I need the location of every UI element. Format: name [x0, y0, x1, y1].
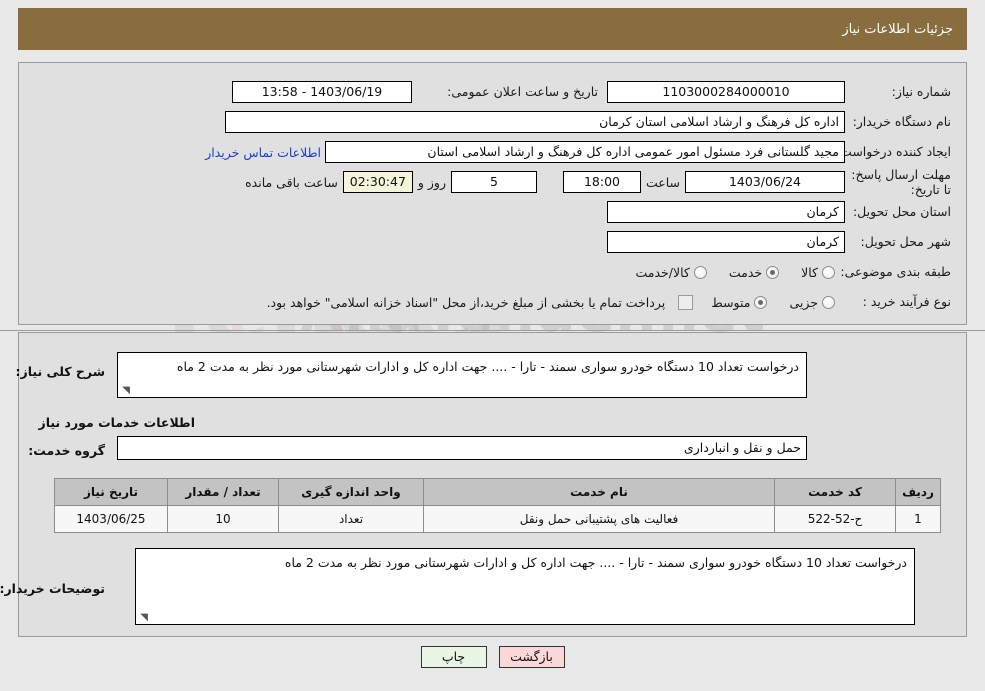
subject-category-options: کالا خدمت کالا/خدمت: [623, 265, 845, 280]
resize-grip-icon-notes[interactable]: ◥: [138, 613, 148, 623]
general-description-value[interactable]: درخواست تعداد 10 دستگاه خودرو سواری سمند…: [117, 352, 807, 398]
radio-khedmat[interactable]: [766, 265, 780, 279]
treasury-bond-checkbox[interactable]: [678, 294, 694, 310]
delivery-city-row: شهر محل تحویل: کرمان: [607, 230, 951, 254]
col-need-date: تاریخ نیاز: [54, 478, 168, 506]
need-number-row: شماره نیاز: 1103000284000010: [607, 80, 951, 104]
delivery-province-row: استان محل تحویل: کرمان: [607, 200, 951, 224]
radio-khedmat-label: خدمت: [728, 264, 763, 280]
subject-category-label: طبقه بندی موضوعی:: [840, 264, 951, 280]
print-button[interactable]: چاپ: [420, 646, 487, 668]
deadline-countdown-timer: 02:30:47: [342, 171, 413, 193]
radio-kala-khedmat[interactable]: [693, 265, 707, 279]
purchase-type-options: جزیی متوسط: [699, 295, 845, 310]
col-unit: واحد اندازه گیری: [278, 478, 424, 506]
delivery-city-value: کرمان: [607, 231, 845, 253]
services-section-title: اطلاعات خدمات مورد نیاز: [38, 415, 196, 430]
delivery-city-label: شهر محل تحویل:: [860, 234, 951, 250]
service-group-label: گروه خدمت:: [28, 443, 105, 458]
table-row: 1 ح-52-522 فعالیت های پشتیبانی حمل ونقل …: [54, 505, 941, 533]
cell-service-code: ح-52-522: [774, 505, 896, 533]
col-radif: ردیف: [895, 478, 941, 506]
radio-motavaset-label: متوسط: [711, 294, 751, 310]
need-number-value: 1103000284000010: [607, 81, 845, 103]
request-creator-label: ایجاد کننده درخواست:: [835, 144, 951, 160]
radio-kala-label: کالا: [801, 264, 818, 280]
col-service-name: نام خدمت: [423, 478, 775, 506]
cell-need-date: 1403/06/25: [54, 505, 168, 533]
col-service-code: کد خدمت: [774, 478, 896, 506]
response-deadline-label: مهلت ارسال پاسخ: تا تاریخ:: [851, 167, 951, 197]
need-number-label: شماره نیاز:: [891, 84, 951, 100]
purchase-type-row: نوع فرآیند خرید : جزیی متوسط پرداخت تمام…: [262, 290, 951, 314]
buyer-notes-label: توضیحات خریدار:: [0, 581, 105, 596]
buyer-notes-value[interactable]: درخواست تعداد 10 دستگاه خودرو سواری سمند…: [135, 548, 915, 625]
section-divider: [0, 330, 985, 331]
announce-datetime-row: تاریخ و ساعت اعلان عمومی: 1403/06/19 - 1…: [232, 80, 598, 104]
request-creator-value: مجید گلستانی فرد مسئول امور عمومی اداره …: [325, 141, 845, 163]
deadline-timer-label: ساعت باقی مانده: [245, 174, 338, 190]
treasury-bond-note: پرداخت تمام یا بخشی از مبلغ خرید،از محل …: [266, 294, 666, 310]
announce-datetime-value: 1403/06/19 - 13:58: [232, 81, 412, 103]
services-table: ردیف کد خدمت نام خدمت واحد اندازه گیری ت…: [54, 478, 941, 533]
deadline-date-value: 1403/06/24: [685, 171, 845, 193]
cell-quantity: 10: [167, 505, 279, 533]
buyer-org-label: نام دستگاه خریدار:: [852, 114, 951, 130]
subject-category-row: طبقه بندی موضوعی: کالا خدمت کالا/خدمت: [623, 260, 951, 284]
radio-motavaset[interactable]: [754, 295, 768, 309]
footer-button-bar: بازگشت چاپ: [0, 646, 985, 668]
general-description-text: درخواست تعداد 10 دستگاه خودرو سواری سمند…: [176, 359, 799, 374]
radio-jozei[interactable]: [822, 295, 835, 309]
cell-unit: تعداد: [278, 505, 424, 533]
radio-kala[interactable]: [822, 265, 835, 279]
delivery-province-value: کرمان: [607, 201, 845, 223]
deadline-hour-value: 18:00: [562, 171, 641, 193]
cell-radif: 1: [895, 505, 941, 533]
radio-kala-khedmat-label: کالا/خدمت: [635, 264, 690, 280]
buyer-notes-text: درخواست تعداد 10 دستگاه خودرو سواری سمند…: [284, 555, 907, 570]
purchase-type-label: نوع فرآیند خرید :: [862, 294, 951, 310]
buyer-org-row: نام دستگاه خریدار: اداره کل فرهنگ و ارشا…: [225, 110, 951, 134]
service-group-value: حمل و نقل و انبارداری: [117, 436, 807, 460]
cell-service-name: فعالیت های پشتیبانی حمل ونقل: [423, 505, 775, 533]
buyer-org-value: اداره کل فرهنگ و ارشاد اسلامی استان کرما…: [225, 111, 845, 133]
page-root: Tender V AnaTender.net جزئیات اطلاعات نی…: [0, 0, 985, 691]
response-deadline-row: مهلت ارسال پاسخ: تا تاریخ: 1403/06/24 سا…: [240, 167, 951, 197]
resize-grip-icon[interactable]: ◥: [120, 386, 130, 396]
request-creator-row: ایجاد کننده درخواست: مجید گلستانی فرد مس…: [201, 140, 951, 164]
back-button[interactable]: بازگشت: [498, 646, 565, 668]
deadline-days-value: 5: [450, 171, 537, 193]
deadline-hour-label: ساعت: [645, 174, 680, 190]
deadline-days-label: روز و: [417, 174, 446, 190]
general-description-label: شرح کلی نیاز:: [15, 364, 105, 379]
page-header: جزئیات اطلاعات نیاز: [18, 8, 967, 50]
radio-jozei-label: جزیی: [789, 294, 818, 310]
announce-datetime-label: تاریخ و ساعت اعلان عمومی:: [447, 84, 598, 100]
delivery-province-label: استان محل تحویل:: [852, 204, 951, 220]
page-title: جزئیات اطلاعات نیاز: [18, 8, 967, 50]
buyer-contact-link[interactable]: اطلاعات تماس خریدار: [201, 145, 325, 160]
table-header-row: ردیف کد خدمت نام خدمت واحد اندازه گیری ت…: [54, 478, 941, 506]
col-quantity: تعداد / مقدار: [167, 478, 279, 506]
